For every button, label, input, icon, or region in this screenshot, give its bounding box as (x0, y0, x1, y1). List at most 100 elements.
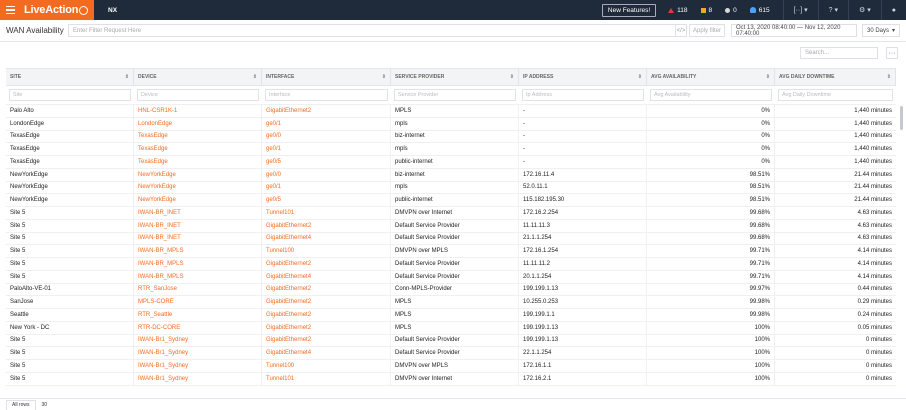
interface-link[interactable]: GigabitEthernet2 (262, 105, 391, 117)
device-link[interactable]: NewYorkEdge (134, 168, 262, 181)
critical-alerts[interactable]: 118 (668, 7, 688, 14)
notifications[interactable]: 615 (749, 7, 770, 14)
device-link[interactable]: IWAN-BR_INET (134, 219, 262, 232)
device-link[interactable]: IWAN-Br1_Sydney (134, 334, 262, 347)
device-link[interactable]: TexasEdge (134, 143, 262, 155)
apply-filter-button[interactable]: Apply filter (689, 24, 725, 37)
interface-link[interactable]: GigabitEthernet4 (262, 347, 391, 359)
column-header[interactable]: SERVICE PROVIDER ⇕ (391, 69, 519, 85)
sort-icon[interactable]: ⇕ (253, 74, 257, 80)
column-header[interactable]: DEVICE ⇕ (134, 69, 262, 85)
interface-link[interactable]: ge0/1 (262, 181, 391, 194)
device-link[interactable]: IWAN-Br1_Sydney (134, 360, 262, 372)
new-features-button[interactable]: New Features! (601, 3, 657, 17)
interface-link[interactable]: GigabitEthernet2 (262, 219, 391, 232)
sort-icon[interactable]: ⇕ (887, 74, 891, 80)
interface-link[interactable]: ge0/5 (262, 156, 391, 168)
column-filter-input[interactable]: Avg Availability (650, 89, 772, 101)
sort-icon[interactable]: ⇕ (766, 74, 770, 80)
column-header[interactable]: AVG AVAILABILITY ⇕ (647, 69, 775, 85)
interface-link[interactable]: GigabitEthernet2 (262, 309, 391, 321)
all-rows-tab[interactable]: All rows (6, 399, 36, 410)
table-row[interactable]: Site 5 IWAN-BR_MPLS Tunnel100 DMVPN over MP… (6, 245, 896, 258)
vertical-scrollbar[interactable] (900, 106, 903, 130)
column-filter-input[interactable]: Site (9, 89, 131, 101)
table-row[interactable]: NewYorkEdge NewYorkEdge ge0/5 public-intern… (6, 194, 896, 207)
device-link[interactable]: IWAN-Br1_Sydney (134, 372, 262, 385)
code-view-button[interactable]: </> (676, 24, 687, 37)
device-link[interactable]: NewYorkEdge (134, 181, 262, 194)
interface-link[interactable]: ge0/5 (262, 194, 391, 206)
interface-link[interactable]: GigabitEthernet2 (262, 296, 391, 308)
device-link[interactable]: MPLS-CORE (134, 296, 262, 308)
sort-icon[interactable]: ⇕ (125, 74, 129, 80)
device-link[interactable]: HNL-CSR1K-1 (134, 105, 262, 117)
table-row[interactable]: Site 5 IWAN-BR_MPLS GigabitEthernet4 Defaul… (6, 270, 896, 284)
interface-link[interactable]: GigabitEthernet2 (262, 321, 391, 334)
table-row[interactable]: PaloAlto-VE-01 RTR_SanJose GigabitEthernet… (6, 283, 896, 297)
device-link[interactable]: IWAN-BR_MPLS (134, 245, 262, 257)
date-range-picker[interactable]: Oct 13, 2020 08:40:00 — Nov 12, 2020 07:… (731, 24, 857, 37)
interface-link[interactable]: Tunnel100 (262, 245, 391, 257)
column-filter-input[interactable]: Avg Daily Downtime (778, 89, 893, 101)
device-link[interactable]: IWAN-BR_INET (134, 232, 262, 245)
table-row[interactable]: LondonEdge LondonEdge ge0/1 mpls -0% 1,440 mi… (6, 117, 896, 131)
column-header[interactable]: SITE ⇕ (6, 69, 134, 85)
device-link[interactable]: LondonEdge (134, 117, 262, 130)
sort-icon[interactable]: ⇕ (382, 74, 386, 80)
column-filter-input[interactable]: Service Provider (394, 89, 516, 101)
sort-icon[interactable]: ⇕ (638, 74, 642, 80)
user-menu-button[interactable]: ● (880, 0, 906, 20)
interface-link[interactable]: Tunnel100 (262, 360, 391, 372)
device-link[interactable]: TexasEdge (134, 156, 262, 168)
more-options-button[interactable]: ··· (886, 47, 898, 59)
interface-link[interactable]: ge0/0 (262, 168, 391, 181)
table-row[interactable]: TexasEdge TexasEdge ge0/1 mpls -0% 1,440 minu… (6, 143, 896, 156)
table-row[interactable]: TexasEdge TexasEdge ge0/5 public-internet -0… (6, 156, 896, 169)
period-select[interactable]: 30 Days ▾ (862, 24, 900, 37)
column-header[interactable]: IP ADDRESS ⇕ (519, 69, 647, 85)
table-row[interactable]: Site 5 IWAN-Br1_Sydney Tunnel100 DMVPN over… (6, 360, 896, 373)
table-row[interactable]: Site 5 IWAN-BR_INET GigabitEthernet4 Defaul… (6, 232, 896, 246)
device-link[interactable]: IWAN-Br1_Sydney (134, 347, 262, 359)
table-row[interactable]: TexasEdge TexasEdge ge0/0 biz-internet -0% 1,… (6, 130, 896, 144)
device-link[interactable]: IWAN-BR_MPLS (134, 258, 262, 270)
device-link[interactable]: NewYorkEdge (134, 194, 262, 206)
column-filter-input[interactable]: Ip Address (522, 89, 644, 101)
table-row[interactable]: Seattle RTR_Seattle GigabitEthernet2 MPLS 19… (6, 309, 896, 322)
table-row[interactable]: NewYorkEdge NewYorkEdge ge0/1 mpls 52.0.11.1… (6, 181, 896, 195)
hamburger-menu-button[interactable] (0, 0, 20, 20)
device-link[interactable]: IWAN-BR_MPLS (134, 270, 262, 283)
column-header[interactable]: INTERFACE ⇕ (262, 69, 391, 85)
device-link[interactable]: IWAN-BR_INET (134, 207, 262, 219)
table-search-input[interactable]: Search... (800, 47, 878, 59)
interface-link[interactable]: GigabitEthernet2 (262, 258, 391, 270)
layout-menu-button[interactable]: [··] ▾ (782, 0, 818, 20)
liveaction-logo[interactable]: LiveAction (20, 0, 94, 20)
table-row[interactable]: Palo Alto HNL-CSR1K-1 GigabitEthernet2 MPLS… (6, 105, 896, 118)
info-alerts[interactable]: 0 (725, 7, 737, 14)
settings-menu-button[interactable]: ⚙ ▾ (848, 0, 881, 20)
filter-request-input[interactable]: Enter Filter Request Here (68, 24, 676, 37)
table-row[interactable]: Site 5 IWAN-Br1_Sydney GigabitEthernet4 Def… (6, 347, 896, 360)
table-row[interactable]: Site 5 IWAN-Br1_Sydney Tunnel101 DMVPN over… (6, 372, 896, 386)
interface-link[interactable]: Tunnel101 (262, 207, 391, 219)
device-link[interactable]: TexasEdge (134, 130, 262, 143)
column-filter-input[interactable]: Interface (265, 89, 388, 101)
table-row[interactable]: SanJose MPLS-CORE GigabitEthernet2 MPLS 10.2… (6, 296, 896, 309)
device-link[interactable]: RTR-DC-CORE (134, 321, 262, 334)
table-row[interactable]: Site 5 IWAN-Br1_Sydney GigabitEthernet2 Def… (6, 334, 896, 348)
device-link[interactable]: RTR_Seattle (134, 309, 262, 321)
interface-link[interactable]: Tunnel101 (262, 372, 391, 385)
help-menu-button[interactable]: ? ▾ (817, 0, 848, 20)
table-row[interactable]: Site 5 IWAN-BR_INET GigabitEthernet2 Defaul… (6, 219, 896, 233)
interface-link[interactable]: GigabitEthernet4 (262, 270, 391, 283)
warning-alerts[interactable]: 8 (700, 7, 712, 14)
device-link[interactable]: RTR_SanJose (134, 283, 262, 296)
interface-link[interactable]: ge0/0 (262, 130, 391, 143)
interface-link[interactable]: ge0/1 (262, 143, 391, 155)
column-header[interactable]: AVG DAILY DOWNTIME ⇕ (775, 69, 896, 85)
interface-link[interactable]: ge0/1 (262, 117, 391, 130)
interface-link[interactable]: GigabitEthernet2 (262, 283, 391, 296)
interface-link[interactable]: GigabitEthernet2 (262, 334, 391, 347)
